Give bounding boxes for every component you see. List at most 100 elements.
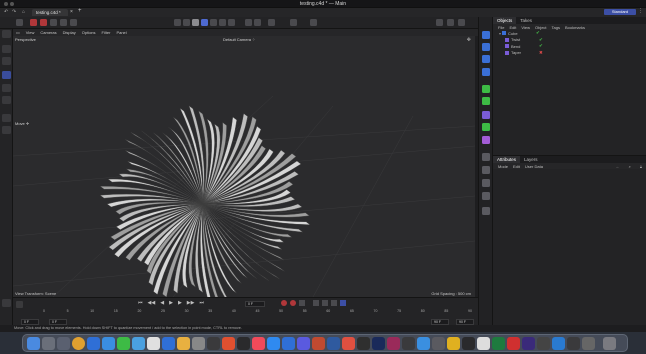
downloads-icon[interactable] xyxy=(567,337,580,350)
move-tool-icon[interactable] xyxy=(2,71,11,79)
play-icon[interactable] xyxy=(60,19,67,26)
current-frame-field[interactable]: 0 F xyxy=(245,301,265,307)
close-tab-icon[interactable]: × xyxy=(70,9,73,15)
timeline-ruler[interactable]: 0 5 10 15 20 25 30 35 40 45 50 55 60 65 70 75 80 85 90 xyxy=(43,309,472,317)
check-icon[interactable]: ✔ xyxy=(536,30,540,36)
menu-panel[interactable]: Panel xyxy=(116,30,126,35)
menu-filter[interactable]: Filter xyxy=(102,30,111,35)
select-icon[interactable] xyxy=(2,45,11,53)
search-icon[interactable] xyxy=(2,30,11,38)
check-icon[interactable]: ✔ xyxy=(539,43,543,49)
tab-takes[interactable]: Takes xyxy=(516,17,536,24)
word-icon[interactable] xyxy=(87,337,100,350)
key-options-icon[interactable] xyxy=(299,300,305,306)
viewport-lock-icon[interactable]: ▭ xyxy=(16,30,20,35)
key-scale-icon[interactable] xyxy=(331,300,337,306)
camera-name[interactable]: Default Camera ⁘ xyxy=(223,37,255,42)
lock-icon[interactable]: 🔒︎ xyxy=(640,164,642,169)
menu-options[interactable]: Options xyxy=(82,30,96,35)
tv-icon[interactable] xyxy=(237,337,250,350)
deformer-icon[interactable] xyxy=(482,111,490,119)
menu-view[interactable]: View xyxy=(26,30,35,35)
tab-document[interactable]: testing.c4d * xyxy=(32,9,68,16)
edges-mode-icon[interactable] xyxy=(219,19,226,26)
autokey-icon[interactable] xyxy=(40,19,47,26)
settings-icon[interactable] xyxy=(57,337,70,350)
go-to-end-icon[interactable]: ⏭ xyxy=(200,300,205,306)
home-icon[interactable]: ⌂ xyxy=(22,9,25,15)
photos-icon[interactable] xyxy=(177,337,190,350)
teams-icon[interactable] xyxy=(297,337,310,350)
settings-icon[interactable] xyxy=(2,299,11,307)
app-icon[interactable] xyxy=(537,337,550,350)
timeline-settings-icon[interactable] xyxy=(16,301,23,308)
messages-icon[interactable] xyxy=(117,337,130,350)
terminal-icon[interactable] xyxy=(462,337,475,350)
panel-layout-icon[interactable] xyxy=(436,19,443,26)
reminders-icon[interactable] xyxy=(222,337,235,350)
text-icon[interactable] xyxy=(482,68,490,76)
chrome-icon[interactable] xyxy=(72,337,85,350)
viewport[interactable]: Perspective Default Camera ⁘ ✥ Move ✛ Vi… xyxy=(13,36,475,297)
play-icon[interactable]: ▶ xyxy=(169,300,173,306)
array-icon[interactable] xyxy=(482,85,490,93)
menu-view[interactable]: View xyxy=(521,25,530,30)
menu-icon[interactable] xyxy=(16,19,23,26)
menu-edit[interactable]: Edit xyxy=(513,164,520,169)
previous-key-icon[interactable]: ◀◀ xyxy=(148,300,156,306)
preview-icon[interactable] xyxy=(192,337,205,350)
cinema4d-icon[interactable] xyxy=(402,337,415,350)
pdf-icon[interactable] xyxy=(342,337,355,350)
launchpad-icon[interactable] xyxy=(42,337,55,350)
more-options-icon[interactable]: ⋮ xyxy=(638,8,643,14)
nurbs-icon[interactable] xyxy=(482,55,490,63)
layout-selector[interactable]: Standard xyxy=(604,9,636,15)
menu-user-data[interactable]: User Data xyxy=(525,164,543,169)
menu-edit[interactable]: Edit xyxy=(509,25,516,30)
keyframe-selection-icon[interactable] xyxy=(50,19,57,26)
screenshot-icon[interactable] xyxy=(417,337,430,350)
field-icon[interactable] xyxy=(482,123,490,131)
folder-icon[interactable] xyxy=(582,337,595,350)
spline-icon[interactable] xyxy=(482,43,490,51)
environment-icon[interactable] xyxy=(482,153,490,161)
toggle-panel2-icon[interactable] xyxy=(458,19,465,26)
trash-icon[interactable] xyxy=(603,337,616,350)
record-icon[interactable] xyxy=(281,300,287,306)
search-icon[interactable]: ⌕ xyxy=(629,164,631,169)
key-position-icon[interactable] xyxy=(313,300,319,306)
menu-object[interactable]: Object xyxy=(535,25,547,30)
camera-icon[interactable] xyxy=(482,166,490,174)
onenote-icon[interactable] xyxy=(522,337,535,350)
app-store-icon[interactable] xyxy=(267,337,280,350)
check-icon[interactable]: ✔ xyxy=(539,37,543,43)
autokey-icon[interactable] xyxy=(290,300,296,306)
menu-file[interactable]: File xyxy=(498,25,504,30)
polygons-mode-icon[interactable] xyxy=(228,19,235,26)
illustrator-icon[interactable] xyxy=(357,337,370,350)
menu-display[interactable]: Display xyxy=(63,30,76,35)
key-param-icon[interactable] xyxy=(340,300,346,306)
list-item[interactable]: Taper ✖ xyxy=(493,50,646,57)
vs-icon[interactable] xyxy=(327,337,340,350)
scene-icon[interactable] xyxy=(482,207,490,215)
scale-tool-icon[interactable] xyxy=(2,96,11,104)
powerpoint-icon[interactable] xyxy=(312,337,325,350)
maps-icon[interactable] xyxy=(132,337,145,350)
undo-icon[interactable]: ↶ xyxy=(4,9,8,15)
viewport-nav-icon[interactable]: ✥ xyxy=(467,37,471,43)
points-mode-icon[interactable] xyxy=(210,19,217,26)
coordinate-system-icon[interactable] xyxy=(2,114,11,122)
previous-frame-icon[interactable]: ◀ xyxy=(160,300,164,306)
snap-icon[interactable] xyxy=(174,19,181,26)
toggle-panel-icon[interactable] xyxy=(447,19,454,26)
zoom-icon[interactable] xyxy=(162,337,175,350)
menu-mode[interactable]: Mode xyxy=(498,164,508,169)
redo-icon[interactable]: ↷ xyxy=(12,9,16,15)
tab-objects[interactable]: Objects xyxy=(493,17,517,24)
tweak-mode-icon[interactable] xyxy=(310,19,317,26)
subdivision-icon[interactable] xyxy=(482,97,490,105)
render-settings-icon[interactable] xyxy=(70,19,77,26)
enable-axis-icon[interactable] xyxy=(290,19,297,26)
model-mode-icon[interactable] xyxy=(201,19,208,26)
